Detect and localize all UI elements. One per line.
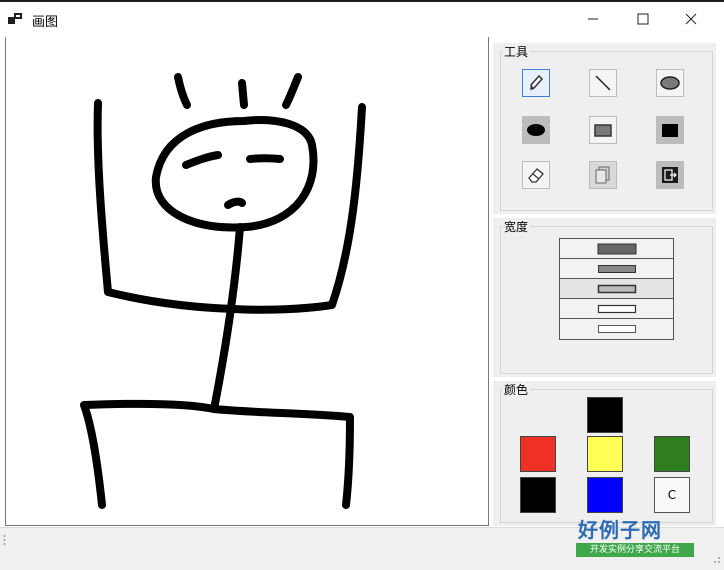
drawing-stroke-legs [80,399,354,509]
line-tool-button[interactable] [589,69,617,97]
eraser-tool-button[interactable] [522,161,550,189]
width-swatch-5-icon [597,243,636,254]
color-swatch-yellow[interactable] [587,436,623,472]
ellipse-tool-button[interactable] [656,69,684,97]
custom-color-button[interactable]: C [654,477,690,513]
rectangle-icon [594,124,612,137]
drawing-stroke-hair-1 [174,73,191,109]
color-swatch-blue[interactable] [587,477,623,513]
color-group: 颜色 C [493,381,716,526]
drawing-stroke-hair-3 [282,73,302,109]
color-swatch-black[interactable] [520,477,556,513]
pencil-icon [530,74,544,91]
width-swatch-4-icon [597,264,636,273]
window-title: 画图 [32,15,59,30]
rectangle-tool-button[interactable] [589,116,617,144]
drawing-stroke-left-eye [182,151,222,169]
custom-color-label: C [667,488,677,502]
drawing-stroke-right-eye [246,154,284,163]
watermark-subtitle: 开发实例分享交流平台 [576,543,694,557]
width-group: 宽度 [493,218,716,377]
maximize-button[interactable] [620,4,666,34]
title-bar: 画图 [0,0,724,36]
width-list[interactable] [559,238,674,340]
width-option-1[interactable] [560,319,673,339]
maximize-icon [637,13,649,25]
drawing-stroke-mouth [224,197,246,209]
pencil-tool-button[interactable] [522,69,550,97]
new-page-icon [595,166,610,184]
filled-rectangle-icon [662,124,678,137]
eraser-icon [528,168,544,183]
width-swatch-2-icon [597,304,636,313]
width-swatch-3-icon [597,284,636,293]
close-icon [685,13,697,25]
exit-icon [662,167,678,183]
width-swatch-1-icon [597,325,636,333]
watermark-title: 好例子网 [578,518,662,542]
drawing-canvas[interactable] [5,37,489,526]
drawing-stroke-body [210,223,244,413]
watermark-logo: 好例子网 开发实例分享交流平台 [576,514,696,560]
tools-group-label: 工具 [502,43,531,60]
filled-ellipse-tool-button[interactable] [522,116,550,144]
ellipse-icon [660,76,680,90]
width-group-label: 宽度 [502,218,531,235]
drag-grip-icon[interactable] [3,534,6,546]
color-group-label: 颜色 [502,381,531,398]
drawing-stroke-hair-2 [238,79,248,109]
close-button[interactable] [668,4,714,34]
tool-panel: 工具 宽度 颜色 C [491,37,718,526]
stick-figure-drawing [80,73,366,509]
current-color-swatch [587,397,623,433]
filled-rectangle-tool-button[interactable] [656,116,684,144]
drawing-stroke-head [151,116,318,232]
minimize-icon [588,18,598,20]
resize-grip-icon[interactable] [711,554,721,564]
filled-ellipse-icon [527,124,545,136]
width-option-2[interactable] [560,299,673,319]
minimize-button[interactable] [570,4,616,34]
app-icon [8,13,22,24]
exit-tool-button[interactable] [656,161,684,189]
width-option-5[interactable] [560,239,673,259]
line-icon [595,75,611,91]
color-swatch-green[interactable] [654,436,690,472]
new-page-tool-button[interactable] [589,161,617,189]
width-option-4[interactable] [560,259,673,279]
width-option-3[interactable] [560,279,673,299]
color-swatch-red[interactable] [520,436,556,472]
tools-group: 工具 [493,43,716,214]
